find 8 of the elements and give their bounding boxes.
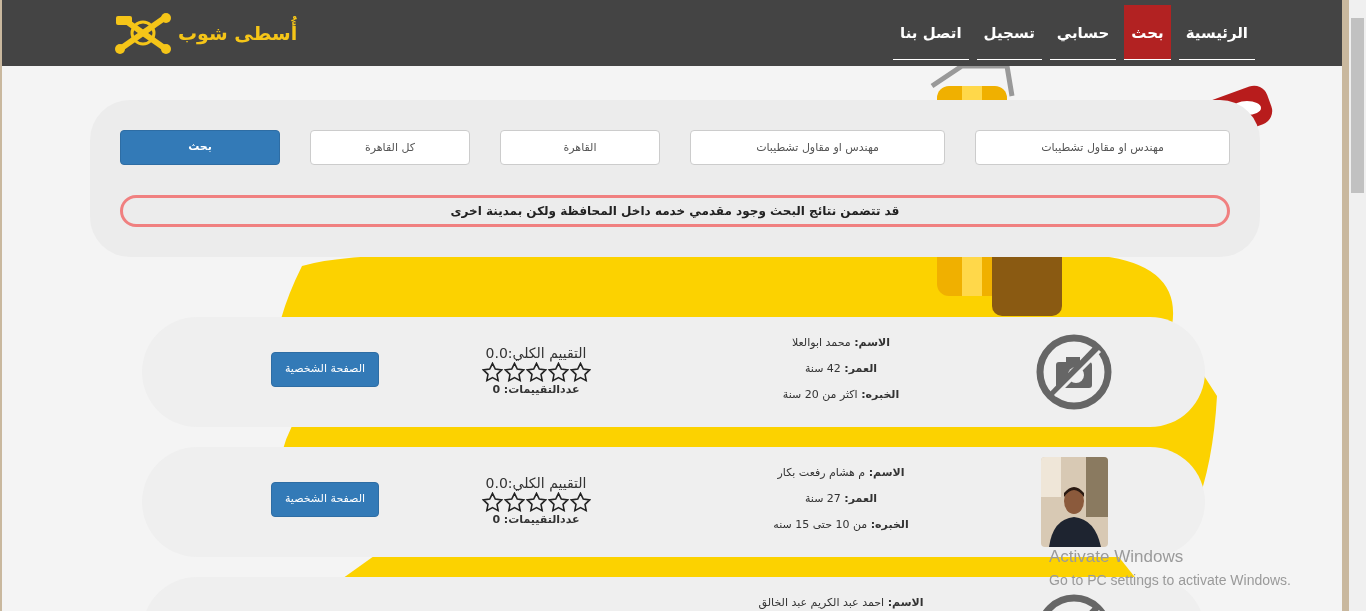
nav-link[interactable]: تسجيل [976, 5, 1042, 60]
nav-link[interactable]: بحث [1124, 5, 1171, 60]
nav-link[interactable]: اتصل بنا [893, 5, 969, 60]
nav-link[interactable]: حسابي [1049, 5, 1117, 60]
site-name[interactable]: أُسطى شوب [178, 18, 298, 48]
scrollbar-thumb[interactable] [1351, 18, 1364, 193]
tools-logo-icon [114, 12, 172, 54]
nav-link[interactable]: الرئيسية [1178, 5, 1255, 60]
